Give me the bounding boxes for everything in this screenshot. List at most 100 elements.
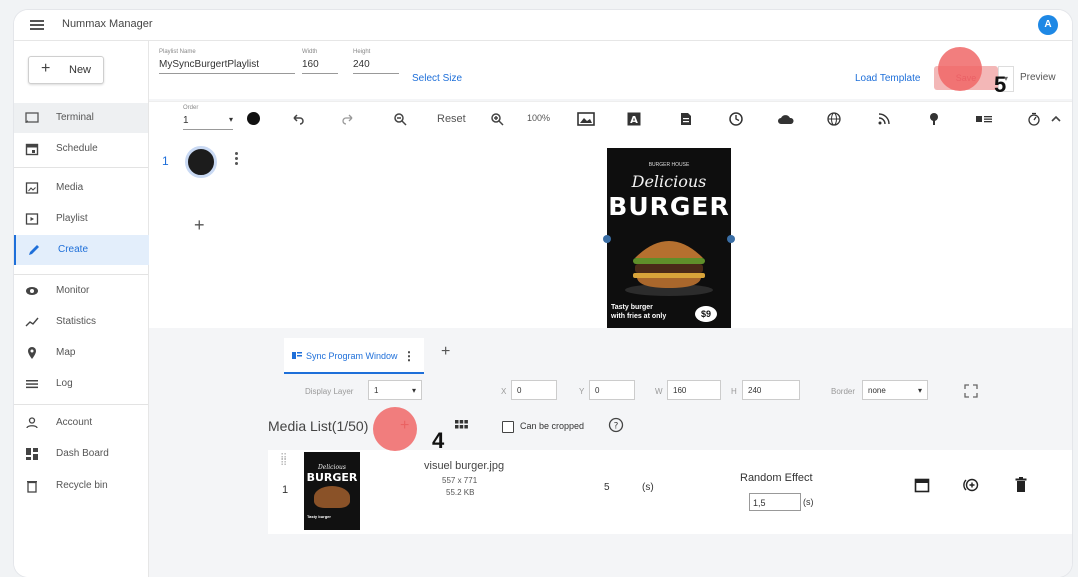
sidebar-item-dashboard[interactable]: Dash Board [14,439,148,469]
canvas-area: 1 + BURGER HOUSE Delicious BURGER Tasty … [149,138,1072,330]
sidebar-item-playlist[interactable]: Playlist [14,204,148,234]
layer-thumbnail[interactable] [185,146,217,178]
playlist-name-value: MySyncBurgertPlaylist [159,59,295,74]
add-circle-icon[interactable] [962,477,980,493]
user-avatar[interactable]: A [1038,15,1058,35]
sidebar-item-statistics[interactable]: Statistics [14,307,148,337]
order-number: 1 [183,115,189,126]
image-icon [25,182,39,194]
sidebar-item-account[interactable]: Account [14,408,148,438]
border-select[interactable]: none ▾ [862,380,928,400]
poster-title-script: Delicious [631,172,707,191]
playlist-name-field[interactable]: Playlist Name MySyncBurgertPlaylist [159,49,295,74]
effect-duration-input[interactable]: 1,5 [749,493,801,511]
sidebar-item-monitor[interactable]: Monitor [14,276,148,306]
preview-button[interactable]: Preview [1020,72,1056,83]
media-list-item[interactable]: ⠿ ⠿ 1 Delicious BURGER Tasty burger visue… [268,450,1072,534]
sidebar-item-media[interactable]: Media [14,173,148,203]
add-layer-button[interactable]: + [194,215,205,236]
svg-text:?: ? [614,422,619,432]
can-be-cropped-label: Can be cropped [520,421,585,431]
poster-title-main: BURGER [608,192,730,221]
layout-list-icon[interactable] [975,112,993,126]
undo-icon[interactable] [291,112,305,126]
new-button[interactable]: + New [28,56,104,84]
redo-icon[interactable] [341,112,355,126]
media-thumbnail: Delicious BURGER Tasty burger [304,452,360,530]
plus-icon: + [41,60,51,77]
zoom-level: 100% [527,113,551,123]
globe-icon[interactable] [827,112,841,126]
w-label: W [655,387,663,396]
h-input[interactable]: 240 [742,380,800,400]
h-label: H [731,387,737,396]
trash-icon[interactable] [1015,477,1027,493]
sidebar-item-map[interactable]: Map [14,338,148,368]
rss-icon[interactable] [877,112,891,126]
sidebar-item-log[interactable]: Log [14,369,148,399]
zoom-out-icon[interactable] [393,112,407,126]
duration-input[interactable]: 5 [604,482,610,493]
more-vertical-icon[interactable]: ⋮ [403,349,415,363]
sidebar-item-terminal[interactable]: Terminal [14,103,148,133]
sidebar-item-recycle-bin[interactable]: Recycle bin [14,471,148,501]
display-layer-select[interactable]: 1 ▾ [368,380,422,400]
zoom-in-icon[interactable] [490,112,504,126]
divider [14,404,148,405]
canvas-poster-preview[interactable]: BURGER HOUSE Delicious BURGER Tasty burg… [607,148,731,330]
color-picker-icon[interactable] [247,112,260,125]
select-size-link[interactable]: Select Size [412,73,462,84]
calendar-icon[interactable] [914,477,930,493]
weather-pin-icon[interactable] [927,112,941,126]
document-icon[interactable] [679,112,693,126]
text-box-icon[interactable]: A [627,112,641,126]
border-label: Border [831,387,856,396]
field-caption: Order [183,105,199,111]
w-input[interactable]: 160 [667,380,721,400]
field-caption: Playlist Name [159,49,196,55]
load-template-link[interactable]: Load Template [855,73,920,84]
poster-tagline-2: with fries at only [611,313,667,320]
fullscreen-icon[interactable] [964,384,978,398]
order-select[interactable]: Order 1 ▾ [183,105,233,130]
callout-step-4: 4 [432,428,445,453]
sidebar-item-label: Terminal [56,112,94,123]
cloud-icon[interactable] [777,112,795,126]
drag-handle-icon[interactable]: ⠿ ⠿ [280,454,288,469]
x-label: X [501,387,507,396]
tab-sync-program-window[interactable]: Sync Program Window ⋮ [284,338,424,374]
sidebar-item-label: Media [56,182,84,193]
media-filename: visuel burger.jpg [424,460,505,472]
duration-unit: (s) [642,482,654,493]
more-vertical-icon[interactable] [235,152,238,166]
divider [14,274,148,275]
resize-handle[interactable] [603,235,611,243]
hamburger-menu-icon[interactable] [30,20,44,30]
grid-view-icon[interactable] [455,420,468,431]
add-window-button[interactable]: + [441,343,450,361]
image-gallery-icon[interactable] [577,112,595,126]
pencil-icon [29,245,39,255]
field-caption: Height [353,49,371,55]
x-input[interactable]: 0 [511,380,557,400]
sidebar-item-schedule[interactable]: Schedule [14,134,148,164]
clock-icon[interactable] [729,112,743,126]
sidebar-item-label: Statistics [56,316,97,327]
y-label: Y [579,387,585,396]
can-be-cropped-checkbox[interactable] [502,421,514,433]
resize-handle[interactable] [727,235,735,243]
chevron-down-icon: ▾ [411,386,416,395]
tab-label: Sync Program Window [306,351,398,361]
reset-button[interactable]: Reset [437,113,466,125]
y-input[interactable]: 0 [589,380,635,400]
height-field[interactable]: Height 240 [353,49,399,74]
timer-icon[interactable] [1027,112,1041,126]
sidebar-item-create[interactable]: Create [14,235,150,265]
chevron-up-icon[interactable] [1049,112,1063,126]
width-value: 160 [302,59,338,74]
poster-tagline-1: Tasty burger [611,304,653,311]
top-bar: Nummax Manager A [14,10,1072,41]
sidebar-item-label: Schedule [56,143,98,154]
width-field[interactable]: Width 160 [302,49,338,74]
help-icon[interactable]: ? [608,417,624,433]
